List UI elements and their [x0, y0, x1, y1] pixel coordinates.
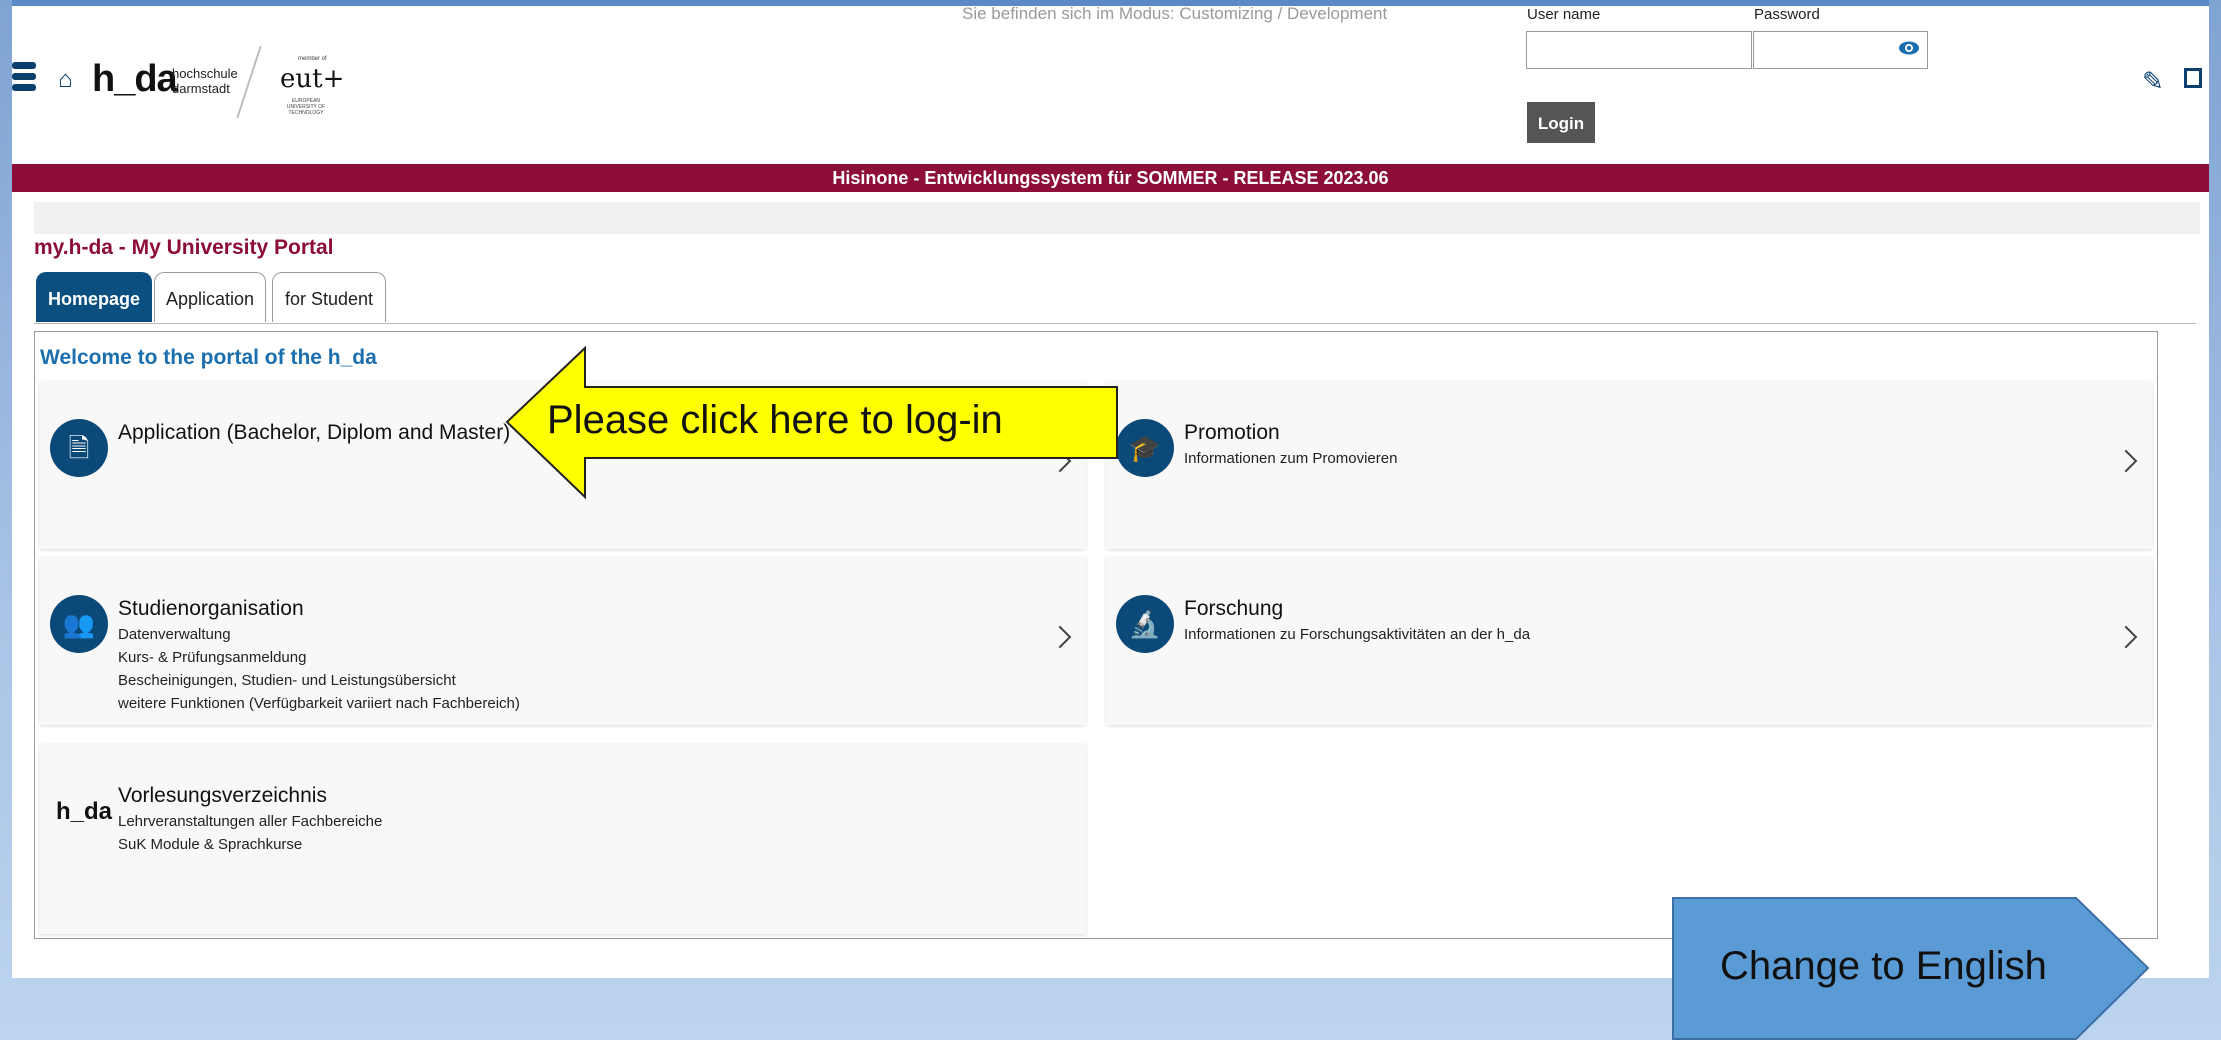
mode-indicator: Sie befinden sich im Modus: Customizing … [962, 4, 1388, 23]
show-password-eye-icon[interactable] [1898, 40, 1920, 56]
login-button[interactable]: Login [1527, 102, 1595, 143]
card-description: Informationen zum Promovieren [1184, 447, 1397, 470]
card-title: Studienorganisation [118, 597, 304, 620]
login-hint-text: Please click here to log-in [547, 398, 1003, 442]
username-label: User name [1527, 6, 1601, 23]
logo-subtitle: hochschule darmstadt [172, 66, 238, 96]
hda-logo-icon: h_da [56, 798, 113, 825]
logo-sub-line1: hochschule [172, 66, 238, 81]
card-line: weitere Funktionen (Verfügbarkeit variie… [118, 695, 520, 712]
card-line: SuK Module & Sprachkurse [118, 836, 303, 853]
card-title: Application (Bachelor, Diplom and Master… [118, 421, 511, 444]
tab-homepage[interactable]: Homepage [36, 272, 152, 322]
card-description: Lehrveranstaltungen aller Fachbereiche S… [118, 810, 382, 856]
password-label: Password [1754, 6, 1820, 23]
hamburger-menu-icon[interactable] [12, 62, 36, 92]
document-icon: 🗎 [50, 419, 108, 477]
card-title: Forschung [1184, 597, 1284, 620]
tab-for-student[interactable]: for Student [272, 272, 386, 322]
card-promotion[interactable]: 🎓 Promotion Informationen zum Promoviere… [1106, 381, 2152, 549]
people-icon: 👥 [50, 595, 108, 653]
card-description: Informationen zu Forschungsaktivitäten a… [1184, 623, 1530, 646]
change-language-text[interactable]: Change to English [1720, 944, 2047, 989]
logo-hda[interactable]: h_da [92, 58, 178, 101]
window-square-icon[interactable] [2184, 68, 2202, 88]
card-line: Informationen zum Promovieren [1184, 450, 1398, 467]
page-title: my.h-da - My University Portal [34, 236, 334, 259]
card-line: Lehrveranstaltungen aller Fachbereiche [118, 813, 383, 830]
pencil-edit-icon[interactable]: ✎ [2142, 66, 2164, 97]
card-title: Vorlesungsverzeichnis [118, 784, 327, 807]
card-vorlesungsverzeichnis[interactable]: h_da Vorlesungsverzeichnis Lehrveranstal… [40, 744, 1086, 934]
chevron-right-icon [1048, 625, 1072, 649]
tab-application[interactable]: Application [154, 272, 266, 322]
card-forschung[interactable]: 🔬 Forschung Informationen zu Forschungsa… [1106, 557, 2152, 725]
logo-sub-line2: darmstadt [172, 81, 230, 96]
card-title: Promotion [1184, 421, 1280, 444]
card-studienorganisation[interactable]: 👥 Studienorganisation Datenverwaltung Ku… [40, 557, 1086, 725]
home-icon[interactable]: ⌂ [58, 66, 73, 94]
chevron-right-icon [2114, 449, 2138, 473]
eut-logo: eut+ [280, 64, 345, 94]
card-line: Bescheinigungen, Studien- und Leistungsü… [118, 672, 456, 689]
eut-subtext: EUROPEAN UNIVERSITY OF TECHNOLOGY [286, 98, 326, 116]
username-input[interactable] [1526, 31, 1752, 69]
microscope-icon: 🔬 [1116, 595, 1174, 653]
card-description: Datenverwaltung Kurs- & Prüfungsanmeldun… [118, 623, 520, 715]
eut-member-text: member of [298, 56, 327, 62]
breadcrumb-bar [34, 202, 2200, 234]
chevron-right-icon [2114, 625, 2138, 649]
graduation-cap-icon: 🎓 [1116, 419, 1174, 477]
environment-banner: Hisinone - Entwicklungssystem für SOMMER… [12, 164, 2209, 192]
card-line: Informationen zu Forschungsaktivitäten a… [1184, 626, 1531, 643]
tabs-divider [34, 323, 2196, 324]
card-line: Datenverwaltung [118, 626, 231, 643]
welcome-heading: Welcome to the portal of the h_da [40, 346, 377, 369]
card-line: Kurs- & Prüfungsanmeldung [118, 649, 307, 666]
